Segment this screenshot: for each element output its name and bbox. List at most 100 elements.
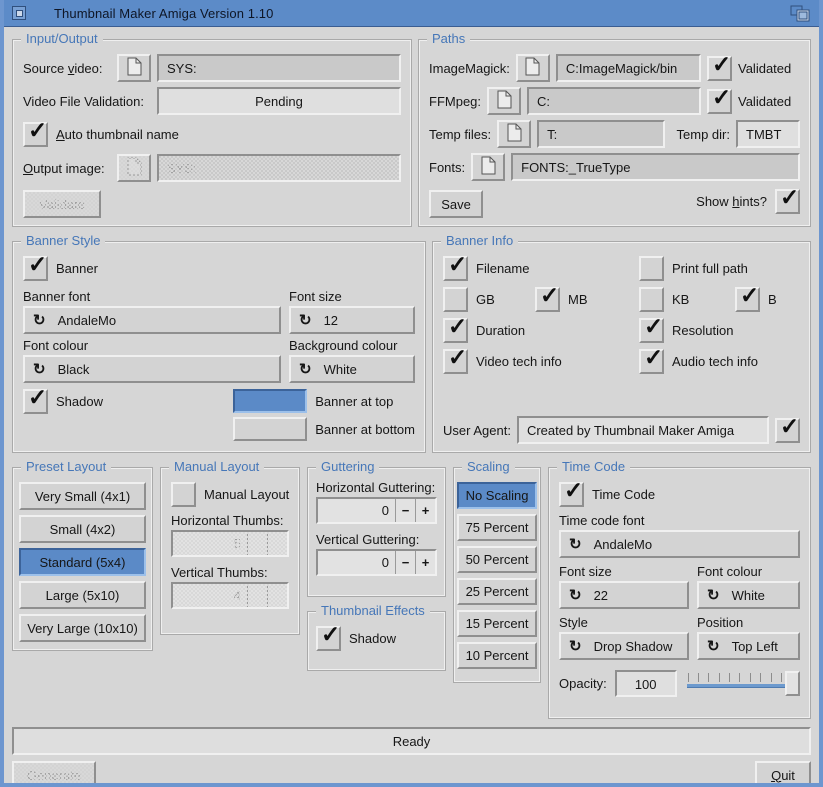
- banner-checkbox[interactable]: [23, 256, 48, 281]
- resolution-checkbox[interactable]: [639, 318, 664, 343]
- imagemagick-file-button[interactable]: [516, 54, 550, 82]
- ffmpeg-file-button[interactable]: [487, 87, 521, 115]
- decrement-button[interactable]: −: [395, 551, 415, 574]
- slider-knob[interactable]: [785, 671, 800, 696]
- scaling-15-button[interactable]: 15 Percent: [457, 610, 537, 637]
- scaling-50-button[interactable]: 50 Percent: [457, 546, 537, 573]
- auto-thumbnail-checkbox[interactable]: [23, 122, 48, 147]
- file-icon: [481, 156, 496, 178]
- decrement-button[interactable]: −: [395, 499, 415, 522]
- banner-font-cycle[interactable]: ↻ AndaleMo: [23, 306, 281, 334]
- vertical-guttering-value[interactable]: 0: [318, 551, 395, 574]
- increment-button: [267, 532, 287, 555]
- banner-font-label: Banner font: [23, 289, 281, 304]
- increment-button[interactable]: +: [415, 551, 435, 574]
- horizontal-thumbs-value: 5: [173, 532, 247, 555]
- scaling-75-button[interactable]: 75 Percent: [457, 514, 537, 541]
- preset-standard-button[interactable]: Standard (5x4): [19, 548, 146, 576]
- quit-button[interactable]: Quit: [755, 761, 811, 787]
- preset-large-button[interactable]: Large (5x10): [19, 581, 146, 609]
- preset-very-small-button[interactable]: Very Small (4x1): [19, 482, 146, 510]
- b-checkbox[interactable]: [735, 287, 760, 312]
- group-legend: Preset Layout: [21, 459, 111, 474]
- audio-tech-info-checkbox[interactable]: [639, 349, 664, 374]
- ffmpeg-validated-checkbox[interactable]: [707, 89, 732, 114]
- vertical-thumbs-stepper: 4: [171, 582, 289, 609]
- source-video-input[interactable]: SYS:: [157, 54, 401, 82]
- thumbnail-effects-group: Thumbnail Effects Shadow: [307, 611, 446, 671]
- status-text: Ready: [393, 734, 431, 749]
- gb-checkbox[interactable]: [443, 287, 468, 312]
- scaling-10-button[interactable]: 10 Percent: [457, 642, 537, 669]
- tc-position-cycle[interactable]: ↻ Top Left: [697, 632, 800, 660]
- tc-style-cycle[interactable]: ↻ Drop Shadow: [559, 632, 689, 660]
- increment-button[interactable]: +: [415, 499, 435, 522]
- source-video-file-button[interactable]: [117, 54, 151, 82]
- tc-font-colour-cycle[interactable]: ↻ White: [697, 581, 800, 609]
- decrement-button: [247, 584, 267, 607]
- imagemagick-validated-checkbox[interactable]: [707, 56, 732, 81]
- cycle-icon: ↻: [569, 537, 582, 552]
- shadow-checkbox[interactable]: [23, 389, 48, 414]
- mb-checkbox[interactable]: [535, 287, 560, 312]
- background-colour-cycle[interactable]: ↻ White: [289, 355, 415, 383]
- imagemagick-validated-label: Validated: [738, 61, 800, 76]
- print-full-path-checkbox[interactable]: [639, 256, 664, 281]
- banner-at-bottom-toggle[interactable]: [233, 417, 307, 441]
- save-button[interactable]: Save: [429, 190, 483, 218]
- fonts-file-button[interactable]: [471, 153, 505, 181]
- output-image-input: SYS:: [157, 154, 401, 182]
- tc-font-size-cycle[interactable]: ↻ 22: [559, 581, 689, 609]
- file-icon: [525, 57, 540, 79]
- user-agent-input[interactable]: Created by Thumbnail Maker Amiga: [517, 416, 769, 444]
- font-size-cycle[interactable]: ↻ 12: [289, 306, 415, 334]
- scaling-25-button[interactable]: 25 Percent: [457, 578, 537, 605]
- banner-at-top-toggle[interactable]: [233, 389, 307, 413]
- imagemagick-path-input[interactable]: C:ImageMagick/bin: [556, 54, 701, 82]
- show-hints-checkbox[interactable]: [775, 189, 800, 214]
- time-code-label: Time Code: [592, 487, 655, 502]
- file-icon: [497, 90, 512, 112]
- slider-track: [687, 684, 785, 688]
- preset-small-button[interactable]: Small (4x2): [19, 515, 146, 543]
- opacity-input[interactable]: 100: [615, 670, 677, 697]
- group-legend: Thumbnail Effects: [316, 603, 430, 618]
- manual-layout-checkbox[interactable]: [171, 482, 196, 507]
- video-tech-info-checkbox[interactable]: [443, 349, 468, 374]
- title-bar: Thumbnail Maker Amiga Version 1.10: [4, 0, 819, 27]
- ffmpeg-path-input[interactable]: C:: [527, 87, 701, 115]
- duration-checkbox[interactable]: [443, 318, 468, 343]
- temp-files-input[interactable]: T:: [537, 120, 664, 148]
- group-legend: Manual Layout: [169, 459, 264, 474]
- horizontal-guttering-stepper[interactable]: 0 − +: [316, 497, 437, 524]
- effects-shadow-label: Shadow: [349, 631, 396, 646]
- kb-checkbox[interactable]: [639, 287, 664, 312]
- user-agent-checkbox[interactable]: [775, 418, 800, 443]
- close-icon[interactable]: [12, 6, 26, 20]
- temp-files-file-button[interactable]: [497, 120, 531, 148]
- temp-dir-input[interactable]: TMBT: [736, 120, 800, 148]
- time-code-font-label: Time code font: [559, 513, 800, 528]
- fonts-path-input[interactable]: FONTS:_TrueType: [511, 153, 800, 181]
- file-icon: [507, 123, 522, 145]
- horizontal-guttering-value[interactable]: 0: [318, 499, 395, 522]
- opacity-slider[interactable]: [685, 670, 800, 697]
- slider-ticks: [688, 673, 782, 682]
- preset-layout-group: Preset Layout Very Small (4x1) Small (4x…: [12, 467, 153, 651]
- cycle-icon: ↻: [569, 639, 582, 654]
- filename-checkbox[interactable]: [443, 256, 468, 281]
- scaling-no-scaling-button[interactable]: No Scaling: [457, 482, 537, 509]
- window-depth-icon[interactable]: [789, 4, 811, 22]
- video-file-validation-value: Pending: [157, 87, 401, 115]
- cycle-icon: ↻: [707, 639, 720, 654]
- source-video-label: Source video:: [23, 61, 111, 76]
- opacity-label: Opacity:: [559, 676, 607, 691]
- font-colour-label: Font colour: [23, 338, 281, 353]
- font-colour-cycle[interactable]: ↻ Black: [23, 355, 281, 383]
- time-code-font-cycle[interactable]: ↻ AndaleMo: [559, 530, 800, 558]
- time-code-checkbox[interactable]: [559, 482, 584, 507]
- vertical-guttering-stepper[interactable]: 0 − +: [316, 549, 437, 576]
- preset-very-large-button[interactable]: Very Large (10x10): [19, 614, 146, 642]
- effects-shadow-checkbox[interactable]: [316, 626, 341, 651]
- time-code-group: Time Code Time Code Time code font ↻ And…: [548, 467, 811, 719]
